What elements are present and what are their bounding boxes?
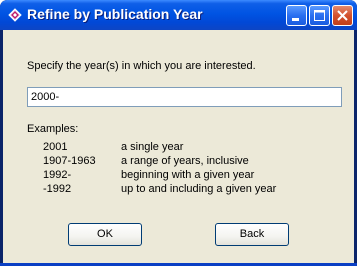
dialog-window: Refine by Publication Year Specify the y…: [0, 0, 357, 266]
maximize-button[interactable]: [309, 5, 330, 26]
example-year: 1992-: [43, 169, 72, 181]
example-year: -1992: [43, 183, 72, 195]
title-bar[interactable]: Refine by Publication Year: [0, 0, 357, 30]
minimize-icon: [292, 18, 299, 21]
example-description: a single year: [121, 141, 184, 153]
examples-label: Examples:: [27, 123, 79, 135]
minimize-button[interactable]: [286, 5, 307, 26]
window-title: Refine by Publication Year: [27, 6, 203, 22]
example-row: 1907-1963 a range of years, inclusive: [0, 155, 357, 168]
close-icon: [337, 10, 348, 21]
back-button[interactable]: Back: [215, 223, 289, 246]
instruction-text: Specify the year(s) in which you are int…: [27, 60, 256, 72]
example-row: 2001 a single year: [0, 141, 357, 154]
ok-button[interactable]: OK: [68, 223, 142, 246]
example-row: -1992 up to and including a given year: [0, 183, 357, 196]
example-year: 1907-1963: [43, 155, 96, 167]
example-year: 2001: [43, 141, 68, 153]
example-description: beginning with a given year: [121, 169, 255, 181]
example-description: a range of years, inclusive: [121, 155, 249, 167]
app-icon: [8, 8, 22, 22]
example-description: up to and including a given year: [121, 183, 277, 195]
year-input[interactable]: [27, 87, 342, 107]
maximize-icon: [314, 10, 325, 21]
close-button[interactable]: [332, 5, 353, 26]
example-row: 1992- beginning with a given year: [0, 169, 357, 182]
